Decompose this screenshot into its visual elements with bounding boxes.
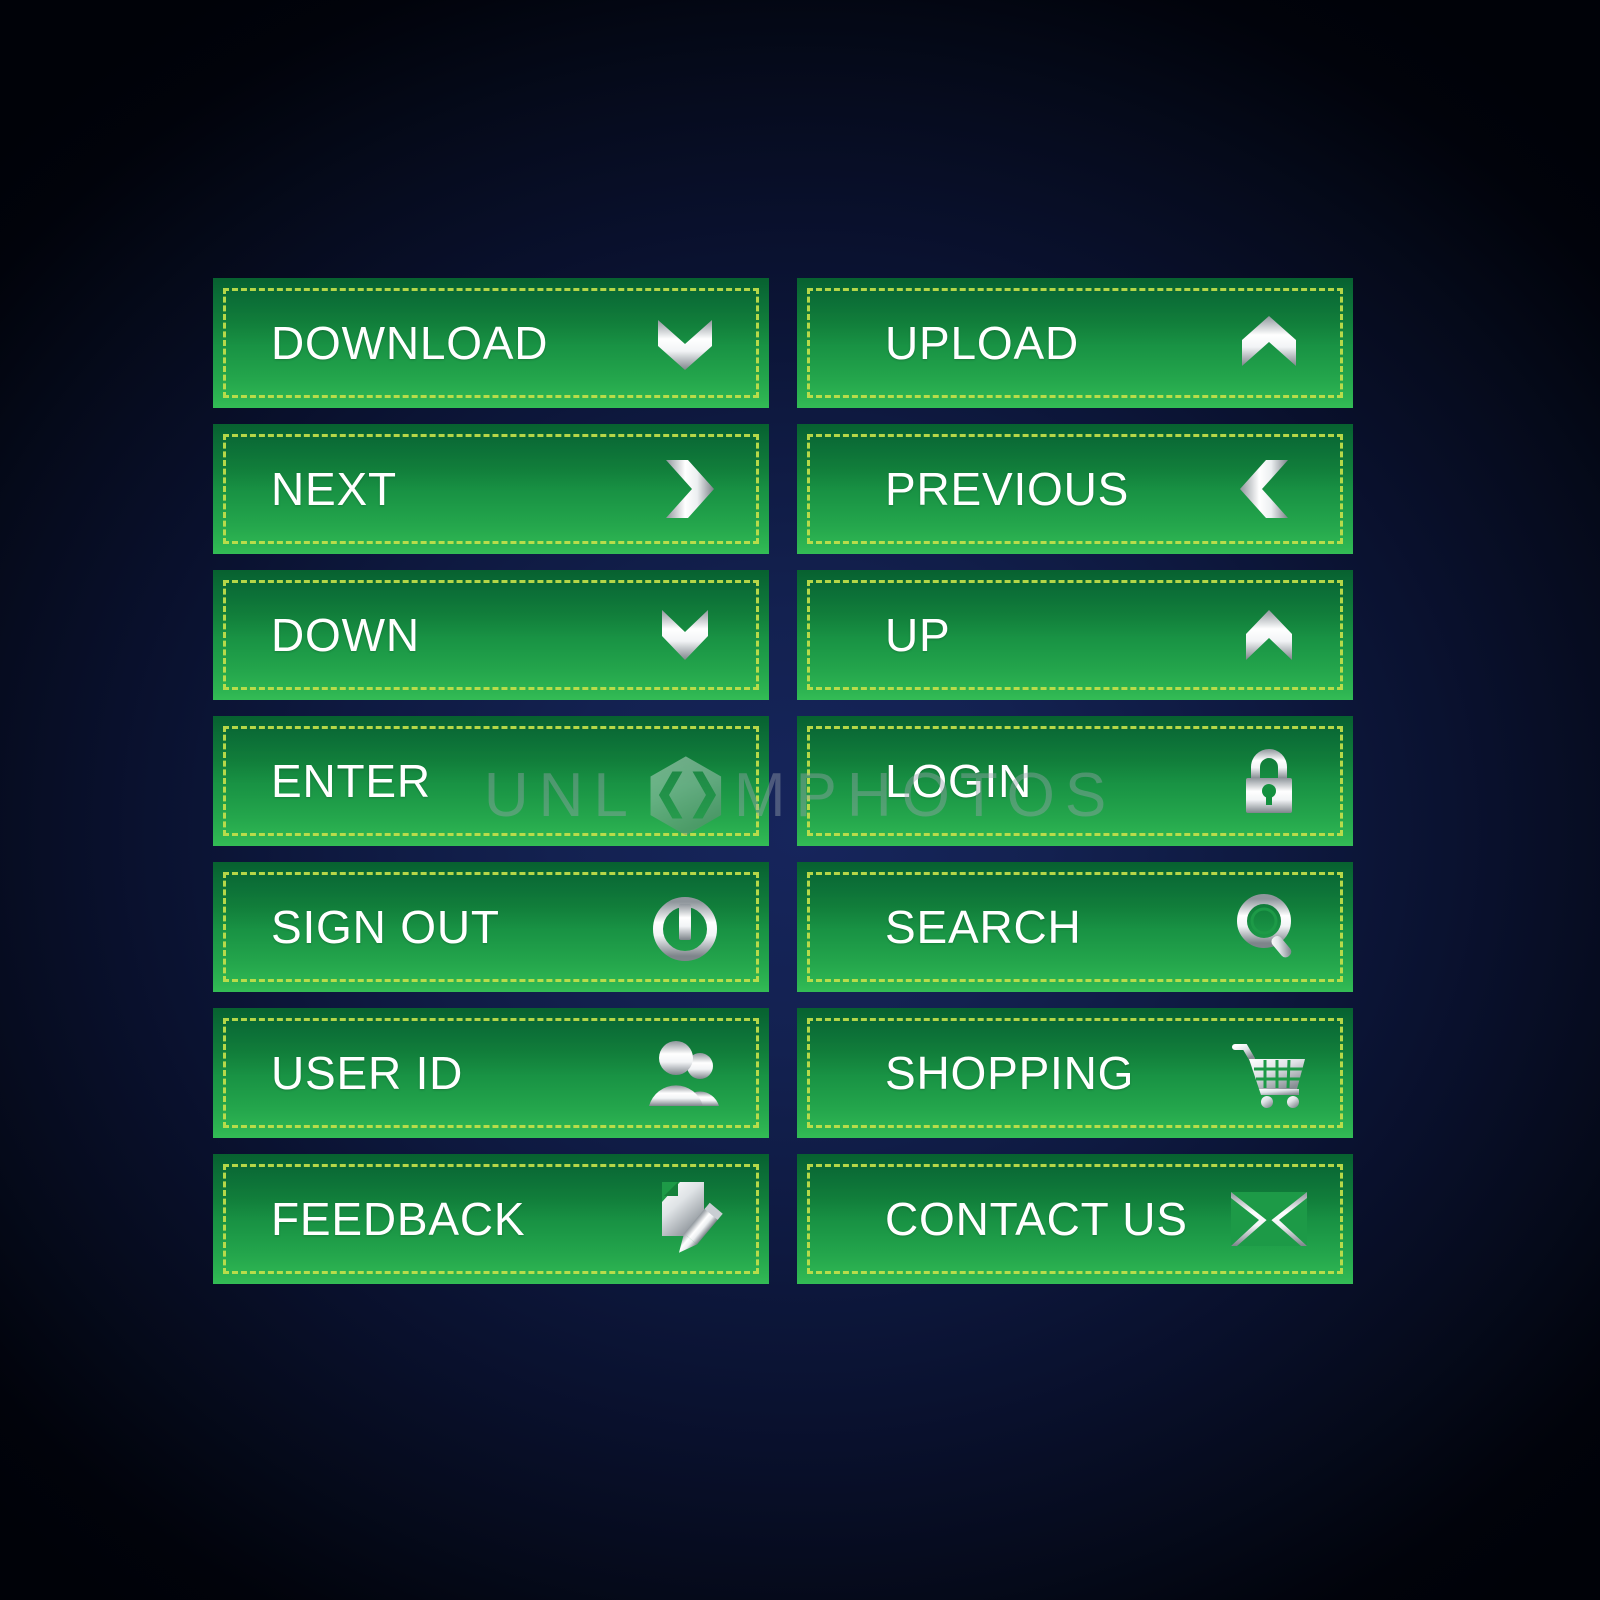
up-button[interactable]: UP (797, 570, 1353, 700)
download-button-label: DOWNLOAD (271, 317, 549, 369)
login-button-label: LOGIN (885, 755, 1033, 807)
next-button-label: NEXT (271, 463, 397, 515)
users-icon (645, 1033, 725, 1113)
contact-us-button-label: CONTACT US (885, 1193, 1188, 1245)
previous-button[interactable]: PREVIOUS (797, 424, 1353, 554)
shopping-cart-icon (1229, 1033, 1309, 1113)
user-id-button-label: USER ID (271, 1047, 464, 1099)
power-icon (645, 887, 725, 967)
feedback-button-label: FEEDBACK (271, 1193, 526, 1245)
button-grid: DOWNLOAD UPLOAD NEXT PREVIOUS DOWN UP EN… (213, 278, 1353, 1300)
sign-out-button-label: SIGN OUT (271, 901, 500, 953)
download-button[interactable]: DOWNLOAD (213, 278, 769, 408)
chevron-double-up-icon (1229, 303, 1309, 383)
contact-us-button[interactable]: CONTACT US (797, 1154, 1353, 1284)
down-button-label: DOWN (271, 609, 420, 661)
chevron-right-icon (645, 449, 725, 529)
shopping-button-label: SHOPPING (885, 1047, 1135, 1099)
upload-button-label: UPLOAD (885, 317, 1079, 369)
magnifier-icon (1229, 887, 1309, 967)
up-button-label: UP (885, 609, 951, 661)
enter-button[interactable]: ENTER (213, 716, 769, 846)
search-button[interactable]: SEARCH (797, 862, 1353, 992)
login-button[interactable]: LOGIN (797, 716, 1353, 846)
envelope-icon (1229, 1179, 1309, 1259)
previous-button-label: PREVIOUS (885, 463, 1130, 515)
user-id-button[interactable]: USER ID (213, 1008, 769, 1138)
search-button-label: SEARCH (885, 901, 1082, 953)
enter-button-label: ENTER (271, 755, 431, 807)
sign-out-button[interactable]: SIGN OUT (213, 862, 769, 992)
chevron-left-icon (1229, 449, 1309, 529)
feedback-button[interactable]: FEEDBACK (213, 1154, 769, 1284)
shopping-button[interactable]: SHOPPING (797, 1008, 1353, 1138)
upload-button[interactable]: UPLOAD (797, 278, 1353, 408)
document-pencil-icon (645, 1179, 725, 1259)
chevron-up-icon (1229, 595, 1309, 675)
down-button[interactable]: DOWN (213, 570, 769, 700)
chevron-double-down-icon (645, 303, 725, 383)
lock-icon (1229, 741, 1309, 821)
chevron-down-icon (645, 595, 725, 675)
next-button[interactable]: NEXT (213, 424, 769, 554)
